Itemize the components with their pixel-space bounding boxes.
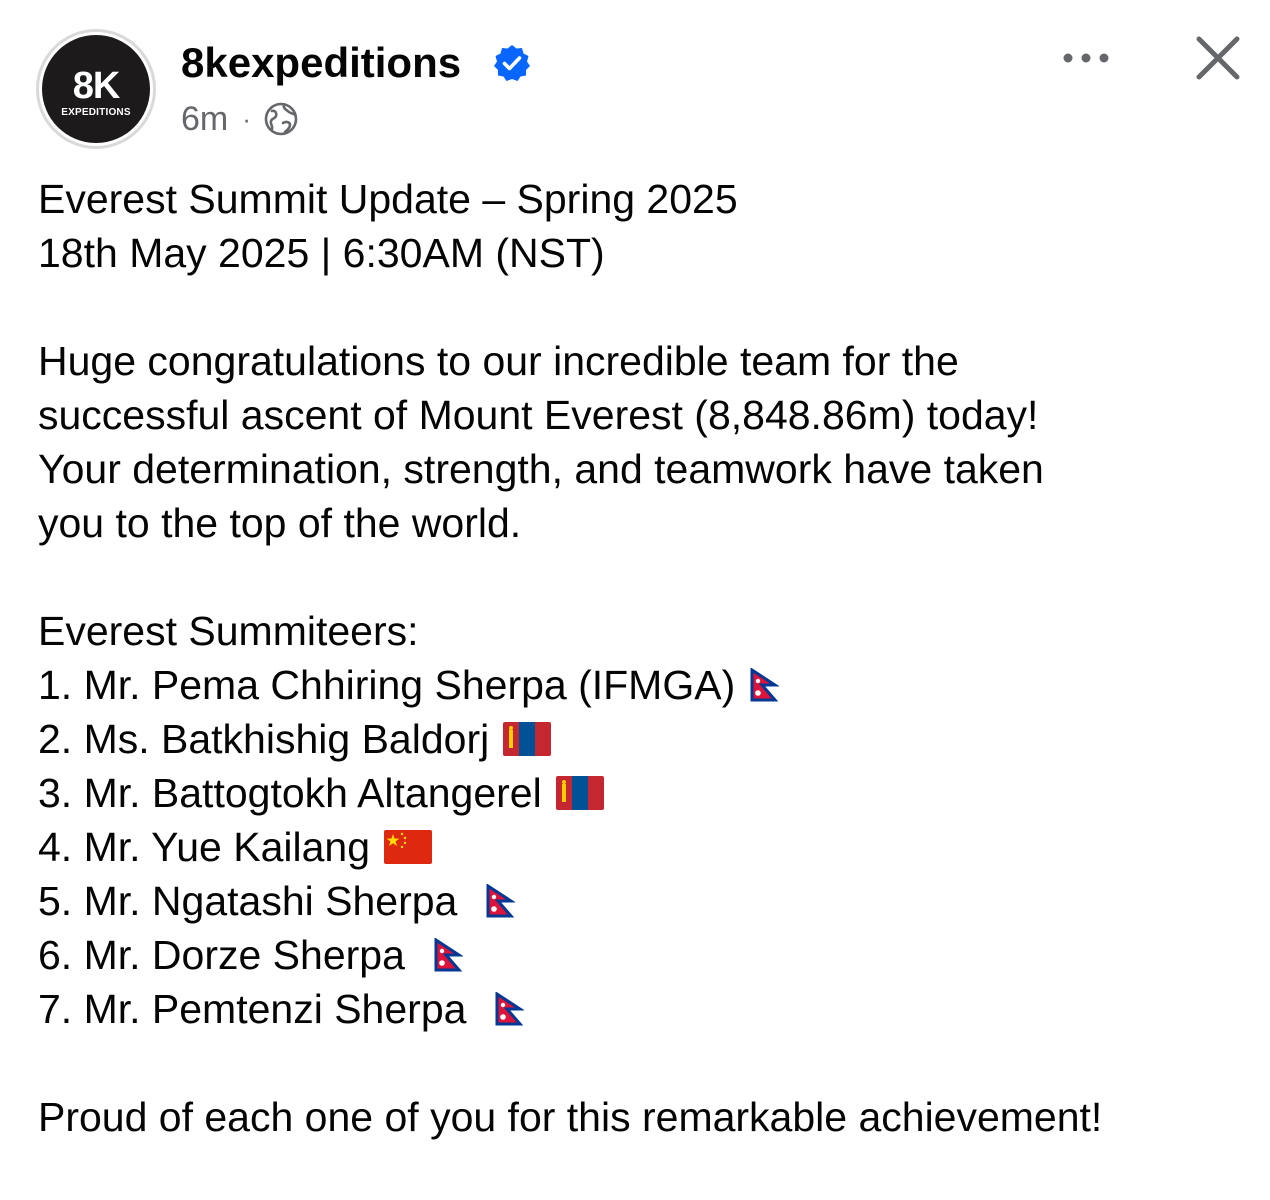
nepal-flag-icon [749,668,779,702]
mongolia-flag-icon [503,722,551,756]
account-name[interactable]: 8kexpeditions [181,38,461,88]
post-meta: 6m · [181,96,299,142]
post-time[interactable]: 6m [181,100,228,139]
close-button[interactable] [1188,28,1248,88]
mongolia-flag-icon [556,776,604,810]
summiteer-name: 1. Mr. Pema Chhiring Sherpa (IFMGA) [38,662,736,708]
globe-icon[interactable] [263,101,299,137]
nepal-flag-icon [433,938,463,972]
meta-separator: · [242,103,251,134]
close-icon [1196,36,1240,80]
china-flag-icon [384,830,432,864]
avatar[interactable]: 8K EXPEDITIONS [36,29,156,149]
summiteer-item: 7. Mr. Pemtenzi Sherpa [38,982,1253,1036]
post-header: 8K EXPEDITIONS 8kexpeditions 6m · [0,0,1270,160]
summiteer-name: 7. Mr. Pemtenzi Sherpa [38,986,467,1032]
summiteer-name: 3. Mr. Battogtokh Altangerel [38,770,542,816]
summiteer-name: 4. Mr. Yue Kailang [38,824,371,870]
avatar-logo: 8K EXPEDITIONS [42,35,150,143]
more-options-button[interactable] [1056,38,1116,78]
summiteer-item: 1. Mr. Pema Chhiring Sherpa (IFMGA) [38,658,1253,712]
summiteer-item: 6. Mr. Dorze Sherpa [38,928,1253,982]
post-closing: Proud of each one of you for this remark… [38,1094,1103,1140]
paragraph-line: you to the top of the world. [38,500,522,546]
nepal-flag-icon [485,884,515,918]
post-text: Everest Summit Update – Spring 2025 18th… [38,172,1253,1144]
summiteer-item: 3. Mr. Battogtokh Altangerel [38,766,1253,820]
summiteers-heading: Everest Summiteers: [38,608,419,654]
paragraph-line: Your determination, strength, and teamwo… [38,446,1044,492]
summiteer-item: 5. Mr. Ngatashi Sherpa [38,874,1253,928]
post-title: Everest Summit Update – Spring 2025 [38,176,738,222]
post-datetime: 18th May 2025 | 6:30AM (NST) [38,230,605,276]
avatar-logo-subtext: EXPEDITIONS [61,106,131,118]
paragraph-line: Huge congratulations to our incredible t… [38,338,959,384]
summiteer-item: 4. Mr. Yue Kailang [38,820,1253,874]
more-options-icon [1063,53,1109,63]
summiteer-name: 6. Mr. Dorze Sherpa [38,932,405,978]
verified-badge-icon [494,45,530,81]
nepal-flag-icon [494,992,524,1026]
summiteer-name: 2. Ms. Batkhishig Baldorj [38,716,490,762]
summiteer-name: 5. Mr. Ngatashi Sherpa [38,878,458,924]
summiteer-item: 2. Ms. Batkhishig Baldorj [38,712,1253,766]
paragraph-line: successful ascent of Mount Everest (8,84… [38,392,1039,438]
avatar-logo-mark: 8K [72,64,121,107]
